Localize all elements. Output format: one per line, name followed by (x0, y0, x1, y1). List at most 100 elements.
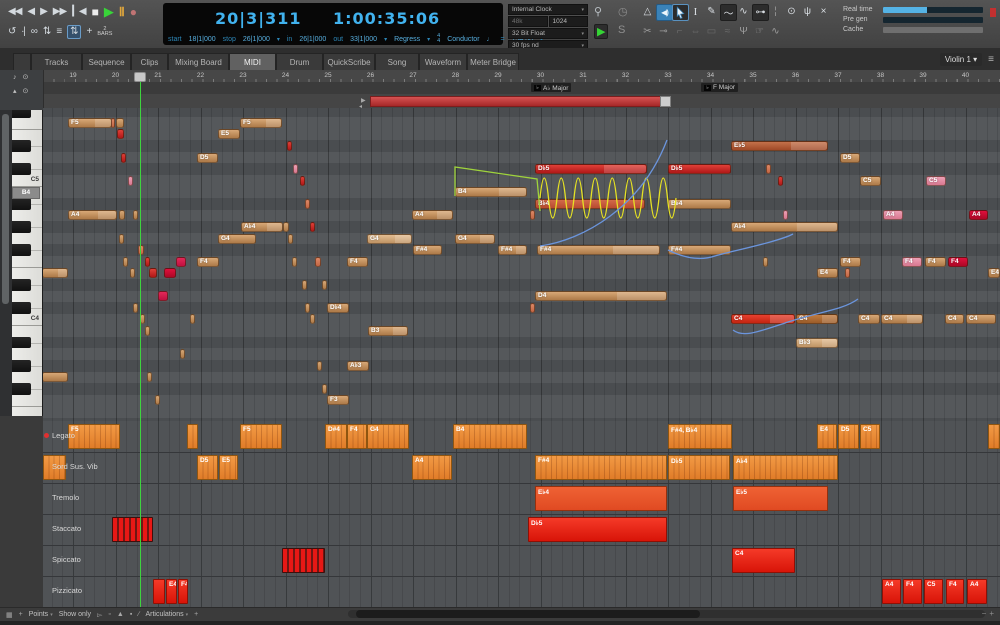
marker-zoom-icon[interactable]: ▴ ⊙ (13, 87, 30, 95)
black-key[interactable] (12, 197, 31, 210)
stop-dropdown-icon[interactable]: ▾ (277, 36, 280, 43)
midi-note[interactable] (119, 233, 124, 244)
midi-note[interactable] (530, 210, 535, 221)
wait-clock-icon[interactable]: ◷ (618, 5, 628, 18)
midi-note[interactable]: A4 (969, 210, 988, 221)
trim-tool-icon[interactable]: ⊸ (656, 24, 671, 39)
midi-note[interactable] (158, 291, 168, 302)
out-dropdown-icon[interactable]: ▾ (384, 36, 387, 43)
horizontal-scrollbar-track[interactable] (348, 610, 985, 618)
black-key[interactable] (12, 244, 31, 256)
cursor-mini-icon[interactable]: ▻ (97, 611, 102, 619)
articulation-block[interactable]: C5 (860, 424, 880, 449)
midi-note[interactable] (763, 256, 768, 267)
start-value[interactable]: 18|1|000 (189, 36, 216, 43)
articulation-block[interactable]: D#4 (325, 424, 347, 449)
midi-note[interactable]: G4 (455, 233, 495, 244)
midi-note[interactable] (302, 279, 307, 290)
midi-note[interactable]: C5 (860, 175, 881, 186)
midi-note[interactable]: B♭4 (535, 198, 645, 209)
articulation-block[interactable]: D5 (838, 424, 859, 449)
in-value[interactable]: 26|1|000 (299, 36, 326, 43)
midi-note[interactable]: G4 (218, 233, 256, 244)
selection-strip[interactable]: ▶ ◂ (0, 94, 1000, 110)
midi-note[interactable]: A♭4 (241, 221, 283, 232)
midi-note[interactable]: C5 (926, 175, 946, 186)
tab-midi[interactable]: MIDI (229, 53, 276, 70)
sample-rate-field[interactable]: 48k (508, 16, 548, 27)
midi-note[interactable] (147, 372, 152, 383)
midi-note[interactable]: F#4 (537, 245, 660, 256)
selected-key-label[interactable]: B4 (12, 186, 40, 199)
midi-note[interactable]: F#4 (668, 245, 731, 256)
midi-note[interactable]: F4 (347, 256, 368, 267)
pointer-tool-icon[interactable] (672, 4, 689, 21)
midi-note[interactable]: F4 (902, 256, 922, 267)
midi-note[interactable] (149, 268, 157, 279)
undo-button[interactable]: ↺ (8, 26, 16, 38)
articulation-block[interactable]: C5 (924, 579, 943, 604)
midi-note[interactable]: C4 (858, 314, 880, 325)
midi-note[interactable] (43, 372, 68, 383)
midi-note[interactable] (287, 140, 292, 151)
midi-note[interactable]: F4 (197, 256, 219, 267)
midi-note[interactable] (322, 279, 327, 290)
midi-note[interactable] (133, 210, 138, 221)
midi-note[interactable] (190, 314, 195, 325)
tab-drum[interactable]: Drum (276, 53, 323, 70)
black-key[interactable] (12, 163, 31, 175)
midi-note[interactable]: D♭5 (668, 164, 731, 175)
midi-note[interactable]: F4 (948, 256, 968, 267)
menu-icon[interactable]: ≡ (988, 54, 994, 65)
midi-note[interactable]: F4 (925, 256, 946, 267)
articulation-block[interactable] (187, 424, 198, 449)
midi-note[interactable]: E4 (988, 268, 1000, 279)
midi-note[interactable]: A♭3 (347, 360, 369, 371)
square-outline-icon[interactable]: ▫ (108, 611, 110, 618)
midi-note[interactable]: C4 (731, 314, 795, 325)
midi-note[interactable] (783, 210, 788, 221)
midi-note[interactable] (121, 152, 126, 163)
tab-song[interactable]: Song (375, 53, 419, 70)
conductor-label[interactable]: Conductor (447, 36, 479, 43)
midi-note[interactable]: B3 (368, 326, 408, 337)
memory-cycle-bar[interactable] (370, 96, 670, 107)
midi-note[interactable]: G4 (367, 233, 412, 244)
articulation-block[interactable]: C4 (732, 548, 795, 573)
midi-note[interactable]: D♭4 (327, 302, 349, 313)
time-signature[interactable]: 44 (437, 33, 440, 44)
articulation-block[interactable]: E♭4 (535, 486, 667, 511)
cycle-end-handle[interactable] (660, 96, 671, 107)
midi-note[interactable] (164, 268, 176, 279)
smpte-counter[interactable]: 1:00:35:06 (333, 9, 440, 28)
articulation-block[interactable]: A♭4 (733, 455, 838, 480)
zoom-tool-icon[interactable]: ⊙ (784, 4, 799, 19)
midi-note[interactable]: C4 (966, 314, 996, 325)
play-button[interactable]: ▶ (104, 5, 114, 18)
midi-note[interactable]: F4 (840, 256, 861, 267)
midi-note[interactable]: F5 (68, 117, 112, 128)
bit-depth-select[interactable]: 32 Bit Float ▾ (508, 28, 588, 39)
midi-note[interactable] (133, 302, 138, 313)
punch-button[interactable]: ∙| (21, 26, 26, 38)
midi-note[interactable] (111, 117, 115, 128)
tab-mixing-board[interactable]: Mixing Board (168, 53, 229, 70)
midi-note[interactable]: A4 (412, 210, 453, 221)
midi-note[interactable]: B♭4 (668, 198, 731, 209)
audition-speaker-icon[interactable]: ◀) (656, 4, 673, 21)
midi-note[interactable] (119, 210, 125, 221)
articulation-block[interactable]: F4 (178, 579, 188, 604)
stop-button[interactable]: ■ (92, 6, 99, 18)
articulation-block[interactable]: A4 (882, 579, 901, 604)
articulation-block[interactable]: F4 (347, 424, 367, 449)
midi-note[interactable] (176, 256, 186, 267)
midi-note[interactable]: D5 (197, 152, 218, 163)
midi-note[interactable] (145, 326, 150, 337)
audition-mic-icon[interactable]: ⚲ (594, 5, 602, 18)
articulation-block[interactable]: D♭5 (668, 455, 730, 480)
midi-note[interactable] (530, 302, 535, 313)
show-only-label[interactable]: Show only (59, 611, 91, 618)
scrub-hand-tool-icon[interactable]: ☞ (752, 24, 767, 39)
mode-select[interactable]: Regress (394, 36, 420, 43)
metronome-tool-icon[interactable]: △ (640, 4, 655, 19)
